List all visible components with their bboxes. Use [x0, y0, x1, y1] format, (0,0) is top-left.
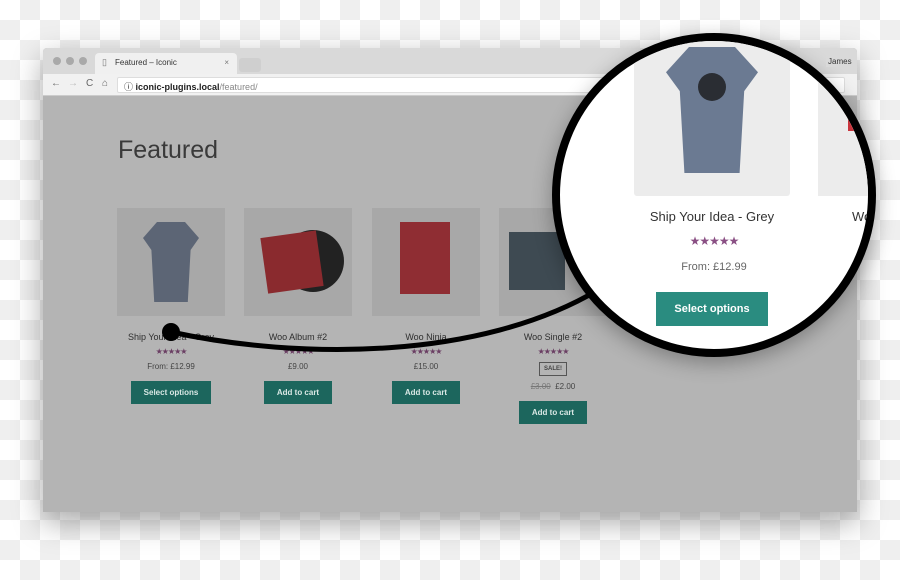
- product-image-tshirt[interactable]: [117, 208, 225, 316]
- close-window-button[interactable]: [53, 57, 61, 65]
- product-name[interactable]: Ship Your Idea - Grey: [117, 332, 225, 342]
- product-card: Woo Album #2 ★★★★★ £9.00 Add to cart: [244, 208, 352, 404]
- product-name[interactable]: Woo Ninja: [372, 332, 480, 342]
- profile-name[interactable]: James: [826, 56, 854, 67]
- forward-icon[interactable]: →: [68, 78, 78, 89]
- select-options-button[interactable]: Select options: [130, 381, 212, 404]
- product-price: From: £12.99: [147, 362, 195, 371]
- reload-icon[interactable]: C: [86, 78, 93, 89]
- back-icon[interactable]: ←: [51, 78, 61, 89]
- old-price: £3.00: [530, 382, 551, 391]
- tab-title: Featured – Iconic: [115, 58, 177, 67]
- home-icon[interactable]: ⌂: [102, 78, 108, 89]
- magnified-next-name: Wo: [852, 209, 872, 224]
- product-image-ninja[interactable]: [372, 208, 480, 316]
- product-card: Ship Your Idea - Grey ★★★★★ From: £12.99…: [117, 208, 225, 404]
- product-card: Woo Ninja ★★★★★ £15.00 Add to cart: [372, 208, 480, 404]
- tab-close-icon[interactable]: ×: [224, 58, 229, 67]
- product-price: £15.00: [413, 362, 439, 371]
- minimize-window-button[interactable]: [66, 57, 74, 65]
- page-icon: ▯: [102, 57, 107, 67]
- product-name[interactable]: Woo Album #2: [244, 332, 352, 342]
- browser-tab[interactable]: ▯ Featured – Iconic ×: [95, 53, 237, 74]
- magnified-star-rating: ★★★★★: [689, 234, 740, 248]
- product-price: £9.00: [287, 362, 309, 371]
- magnified-price: From: £12.99: [681, 261, 747, 273]
- star-rating: ★★★★★: [282, 347, 315, 356]
- product-image-album[interactable]: [244, 208, 352, 316]
- magnified-product-image: [634, 41, 790, 196]
- star-rating: ★★★★★: [410, 347, 443, 356]
- page-title: Featured: [118, 136, 219, 164]
- add-to-cart-button[interactable]: Add to cart: [263, 381, 333, 404]
- star-rating: ★★★★★: [537, 347, 570, 356]
- product-price: £2.00: [555, 382, 576, 391]
- new-tab-button[interactable]: [239, 58, 261, 72]
- maximize-window-button[interactable]: [79, 57, 87, 65]
- add-to-cart-button[interactable]: Add to cart: [518, 401, 588, 424]
- magnified-product-name: Ship Your Idea - Grey: [649, 209, 775, 224]
- magnifier-callout: Ship Your Idea - Grey Wo ★★★★★ From: £12…: [552, 33, 876, 357]
- info-icon: ⓘ: [124, 82, 134, 92]
- add-to-cart-button[interactable]: Add to cart: [391, 381, 461, 404]
- url-path: /featured/: [219, 82, 258, 92]
- magnified-select-options-button[interactable]: Select options: [656, 292, 768, 326]
- product-name[interactable]: Woo Single #2: [499, 332, 607, 342]
- url-host: iconic-plugins.local: [135, 82, 220, 92]
- sale-badge: SALE!: [539, 362, 567, 376]
- star-rating: ★★★★★: [155, 347, 188, 356]
